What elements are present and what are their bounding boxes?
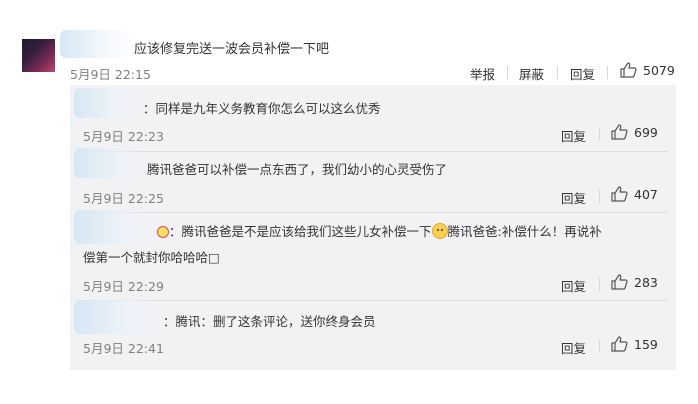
like-button[interactable]: 283 [611, 274, 658, 290]
blurred-username [74, 300, 164, 334]
avatar[interactable] [22, 39, 55, 72]
like-count: 159 [634, 336, 658, 352]
like-button[interactable]: 159 [611, 336, 658, 352]
like-button[interactable]: 5079 [620, 62, 675, 78]
thumbs-up-icon [611, 186, 628, 202]
reply-button[interactable]: 回复 [570, 64, 595, 83]
reply-button[interactable]: 回复 [561, 188, 586, 207]
blurred-username [74, 88, 144, 118]
blurred-username [60, 30, 134, 58]
reply-text-line2: 偿第一个就封你哈哈哈□ [83, 250, 220, 265]
blurred-username [74, 210, 158, 244]
separator [507, 66, 508, 79]
divider [80, 212, 668, 213]
like-count: 699 [634, 124, 658, 140]
like-button[interactable]: 699 [611, 124, 658, 140]
comment-time: 5月9日 22:15 [70, 67, 151, 82]
separator [599, 340, 600, 353]
separator [599, 278, 600, 291]
reply-text: ：同样是九年义务教育你怎么可以这么优秀 [143, 101, 381, 116]
like-count: 283 [634, 274, 658, 290]
comment-text: 应该修复完送一波会员补偿一下吧 [134, 42, 330, 57]
reply-button[interactable]: 回复 [561, 276, 586, 295]
reply-time: 5月9日 22:29 [83, 279, 164, 294]
blurred-username [74, 148, 148, 178]
thumbs-up-icon [611, 124, 628, 140]
report-button[interactable]: 举报 [470, 64, 495, 83]
thumbs-up-icon [611, 336, 628, 352]
smiley-emoji-icon [431, 223, 448, 239]
reply-button[interactable]: 回复 [561, 338, 586, 357]
smiley-emoji-icon [157, 226, 169, 238]
block-button[interactable]: 屏蔽 [519, 64, 544, 83]
like-count: 407 [634, 186, 658, 202]
separator [557, 66, 558, 79]
reply-button[interactable]: 回复 [561, 126, 586, 145]
like-button[interactable]: 407 [611, 186, 658, 202]
reply-time: 5月9日 22:23 [83, 129, 164, 144]
reply-text-part: ：腾讯爸爸是不是应该给我们这些儿女补偿一下 [169, 224, 432, 239]
divider [80, 151, 668, 152]
reply-text: ：腾讯：删了这条评论，送你终身会员 [163, 314, 376, 329]
thumbs-up-icon [611, 274, 628, 290]
reply-time: 5月9日 22:41 [83, 341, 164, 356]
separator [599, 128, 600, 141]
thumbs-up-icon [620, 62, 637, 78]
divider [80, 300, 668, 301]
reply-text-line1: ：腾讯爸爸是不是应该给我们这些儿女补偿一下 腾讯爸爸:补偿什么！再说补 [157, 222, 602, 242]
separator [607, 66, 608, 79]
reply-time: 5月9日 22:25 [83, 191, 164, 206]
like-count: 5079 [643, 62, 675, 78]
reply-text: 腾讯爸爸可以补偿一点东西了，我们幼小的心灵受伤了 [147, 162, 448, 177]
reply-text-part: 腾讯爸爸:补偿什么！再说补 [447, 224, 602, 239]
separator [599, 190, 600, 203]
